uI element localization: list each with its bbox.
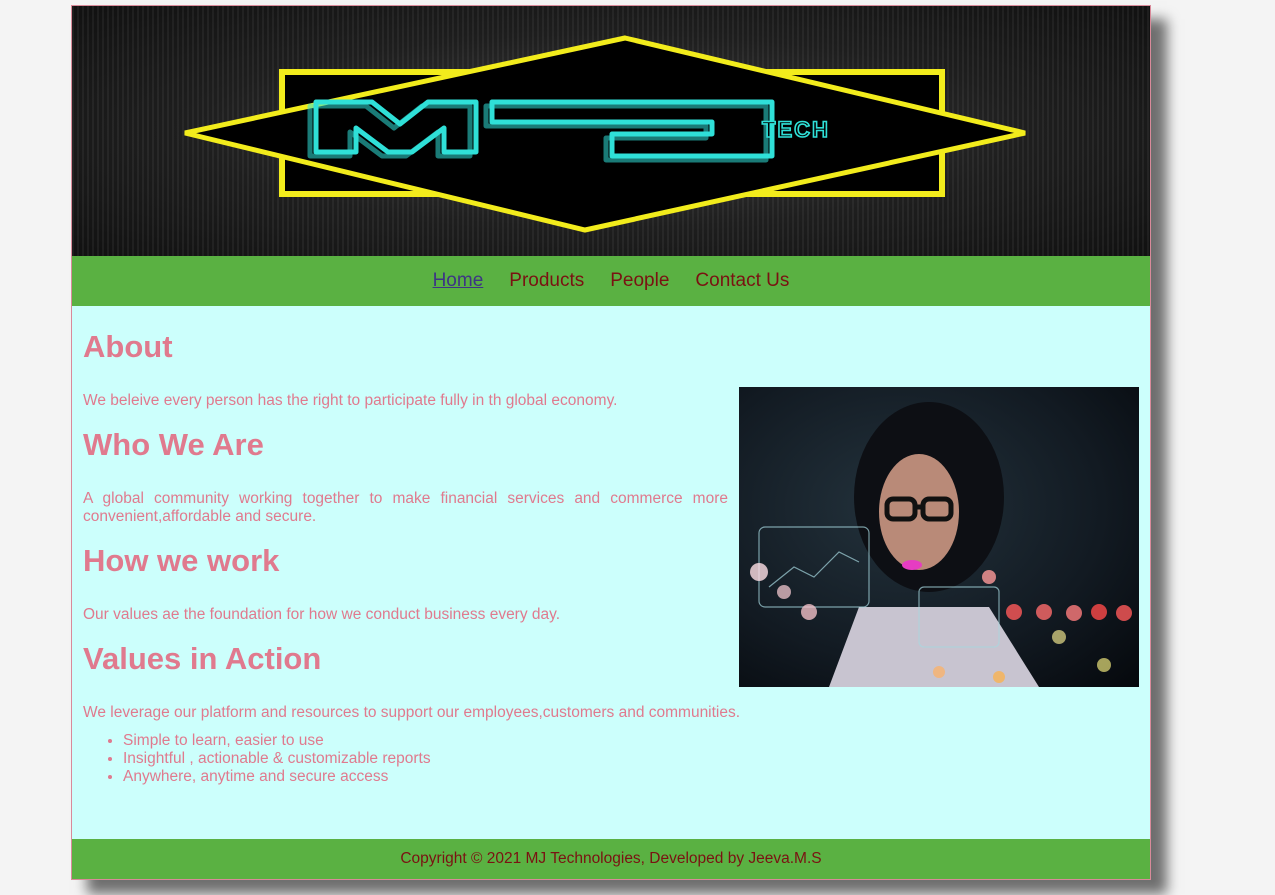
nav-home-link[interactable]: Home — [433, 270, 484, 292]
list-item: Insightful , actionable & customizable r… — [123, 750, 431, 768]
about-heading: About — [83, 329, 173, 364]
woman-with-glasses-photo — [750, 402, 1132, 687]
list-item: Anywhere, anytime and secure access — [123, 768, 431, 786]
how-we-work-text: Our values ae the foundation for how we … — [83, 606, 561, 623]
footer: Copyright © 2021 MJ Technologies, Develo… — [72, 839, 1150, 879]
nav-products-link[interactable]: Products — [509, 270, 584, 292]
who-we-are-heading: Who We Are — [83, 427, 264, 462]
header-banner: TECH — [72, 6, 1150, 256]
nav-contact-link[interactable]: Contact Us — [695, 270, 789, 292]
values-heading: Values in Action — [83, 641, 322, 676]
mj-tech-logo: TECH — [184, 35, 1026, 233]
page-container: TECH Home Products People Contact Us Abo… — [71, 5, 1151, 880]
copyright-text: Copyright © 2021 MJ Technologies, Develo… — [400, 850, 822, 867]
list-item: Simple to learn, easier to use — [123, 732, 431, 750]
how-we-work-heading: How we work — [83, 543, 280, 578]
values-text: We leverage our platform and resources t… — [83, 704, 741, 721]
nav-people-link[interactable]: People — [610, 270, 669, 292]
who-we-are-text: A global community working together to m… — [83, 490, 728, 525]
main-nav: Home Products People Contact Us — [72, 256, 1150, 306]
features-list: Simple to learn, easier to use Insightfu… — [83, 732, 431, 786]
logo-tech-text: TECH — [762, 117, 830, 142]
about-text: We beleive every person has the right to… — [83, 392, 618, 409]
hero-image — [739, 387, 1139, 687]
